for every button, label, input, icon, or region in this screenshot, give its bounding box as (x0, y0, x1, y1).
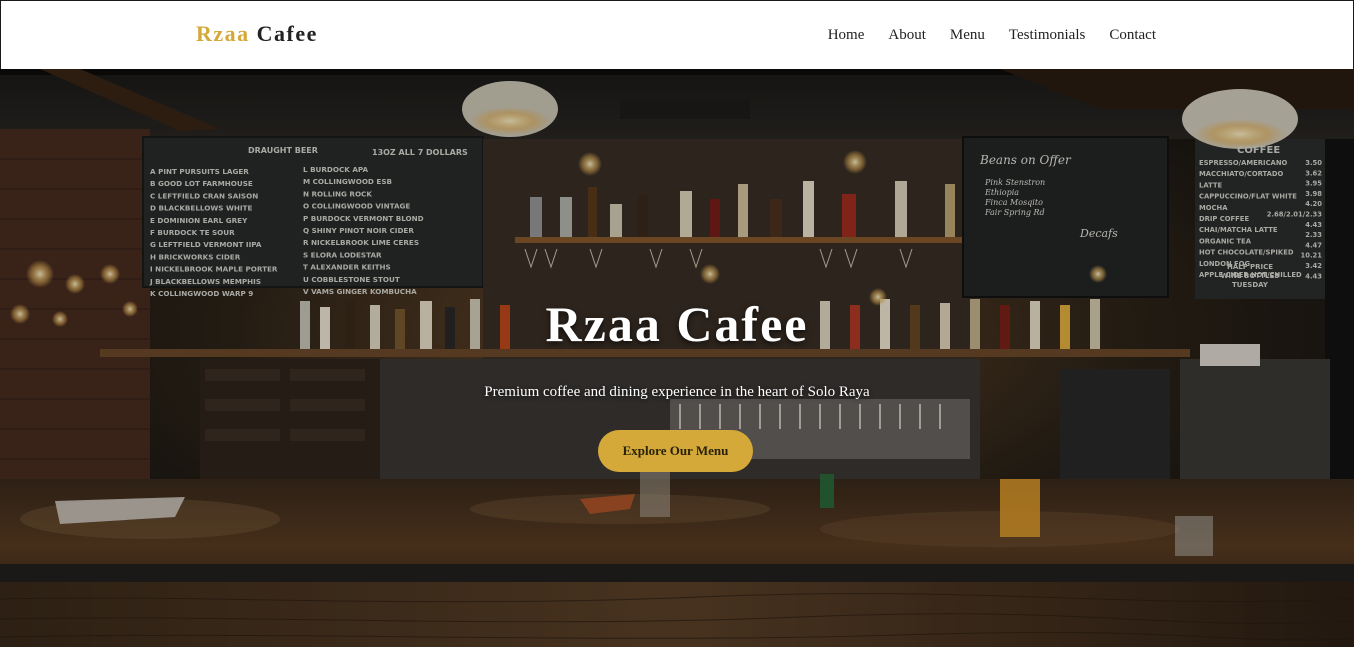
brand-name-accent: Rzaa (196, 21, 250, 46)
brand-name-rest: Cafee (256, 21, 318, 46)
page: Rzaa Cafee Home About Menu Testimonials … (0, 0, 1354, 647)
brand-logo[interactable]: Rzaa Cafee (196, 21, 318, 47)
hero-title: Rzaa Cafee (545, 296, 809, 352)
explore-menu-button[interactable]: Explore Our Menu (598, 430, 753, 472)
nav-testimonials[interactable]: Testimonials (1009, 27, 1085, 44)
hero-section: DRAUGHT BEER 13OZ ALL 7 DOLLARS A PINT P… (0, 69, 1354, 647)
hero-overlay (0, 69, 1354, 647)
nav-menu[interactable]: Menu (950, 27, 985, 44)
nav-contact[interactable]: Contact (1109, 27, 1156, 44)
site-header: Rzaa Cafee Home About Menu Testimonials … (0, 0, 1354, 69)
hero-subtitle: Premium coffee and dining experience in … (484, 384, 870, 400)
nav-about[interactable]: About (888, 27, 926, 44)
nav-home[interactable]: Home (828, 27, 865, 44)
main-nav: Home About Menu Testimonials Contact (828, 27, 1156, 44)
